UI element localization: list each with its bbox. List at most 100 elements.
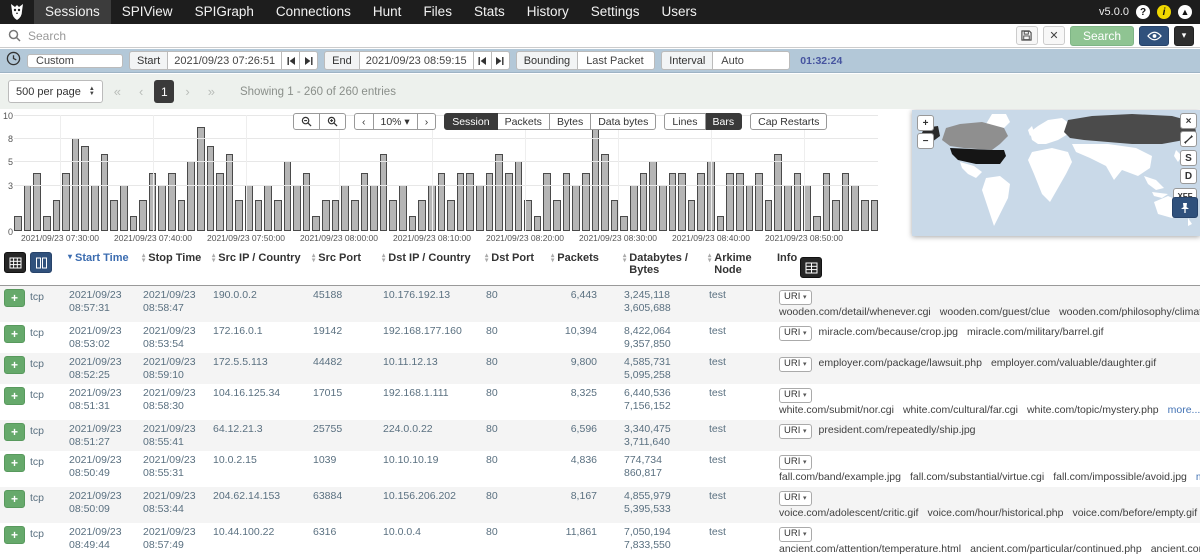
uri-value[interactable]: fall.com/substantial/virtue.cgi bbox=[910, 471, 1044, 483]
start-step-forward-button[interactable] bbox=[300, 51, 318, 70]
bounding-select[interactable]: Last Packet bbox=[577, 51, 655, 70]
nav-item-sessions[interactable]: Sessions bbox=[34, 0, 111, 24]
time-range-select[interactable]: Custom bbox=[27, 54, 123, 68]
expand-session-button[interactable]: + bbox=[4, 526, 25, 544]
search-icon[interactable] bbox=[0, 29, 28, 42]
search-button[interactable]: Search bbox=[1070, 26, 1134, 46]
nav-item-files[interactable]: Files bbox=[412, 0, 463, 24]
metric-packets-button[interactable]: Packets bbox=[498, 113, 550, 130]
uri-value[interactable]: white.com/topic/mystery.php bbox=[1027, 404, 1159, 416]
uri-value[interactable]: miracle.com/military/barrel.gif bbox=[967, 326, 1104, 338]
dst-port-cell[interactable]: 80 bbox=[483, 355, 549, 382]
map-close-icon[interactable]: × bbox=[1180, 113, 1197, 129]
map-zoom-in-button[interactable]: + bbox=[917, 115, 934, 131]
views-eye-button[interactable] bbox=[1139, 26, 1169, 46]
uri-value[interactable]: voice.com/before/empty.gif bbox=[1072, 507, 1197, 519]
uri-value[interactable]: wooden.com/detail/whenever.cgi bbox=[779, 306, 931, 318]
uri-value[interactable]: ancient.com/particular/continued.php bbox=[970, 543, 1142, 554]
node-cell[interactable]: test bbox=[706, 422, 775, 449]
node-cell[interactable]: test bbox=[706, 288, 775, 320]
nav-item-history[interactable]: History bbox=[516, 0, 580, 24]
start-time-input[interactable]: 2021/09/23 07:26:51 bbox=[167, 51, 282, 70]
expand-session-button[interactable]: + bbox=[4, 490, 25, 508]
map-zoom-out-button[interactable]: − bbox=[917, 133, 934, 149]
style-bars-button[interactable]: Bars bbox=[706, 113, 743, 130]
metric-session-button[interactable]: Session bbox=[444, 113, 497, 130]
pan-left-button[interactable]: ‹ bbox=[354, 113, 374, 130]
src-ip-cell[interactable]: 204.62.14.153 bbox=[210, 489, 310, 521]
search-input[interactable] bbox=[28, 29, 1016, 43]
column-config-button[interactable] bbox=[30, 252, 52, 273]
end-time-input[interactable]: 2021/09/23 08:59:15 bbox=[359, 51, 474, 70]
column-header-src-ip-country[interactable]: ▴▾Src IP / Country bbox=[210, 247, 310, 266]
world-map-panel[interactable]: + − × S D XFF bbox=[912, 110, 1200, 236]
expand-session-button[interactable]: + bbox=[4, 423, 25, 441]
dst-port-cell[interactable]: 80 bbox=[483, 453, 549, 485]
src-port-cell[interactable]: 1039 bbox=[310, 453, 380, 485]
dst-port-cell[interactable]: 80 bbox=[483, 324, 549, 351]
src-port-cell[interactable]: 25755 bbox=[310, 422, 380, 449]
dst-port-cell[interactable]: 80 bbox=[483, 386, 549, 418]
expand-session-button[interactable]: + bbox=[4, 356, 25, 374]
map-pin-button[interactable] bbox=[1172, 197, 1198, 218]
uri-dropdown-button[interactable]: URI ▾ bbox=[779, 290, 812, 305]
dst-ip-cell[interactable]: 10.10.10.19 bbox=[380, 453, 483, 485]
uri-dropdown-button[interactable]: URI ▾ bbox=[779, 357, 812, 372]
src-ip-cell[interactable]: 172.16.0.1 bbox=[210, 324, 310, 351]
src-port-cell[interactable]: 17015 bbox=[310, 386, 380, 418]
map-dst-toggle-button[interactable]: D bbox=[1180, 168, 1197, 184]
uri-value[interactable]: fall.com/band/example.jpg bbox=[779, 471, 901, 483]
last-page-button[interactable]: » bbox=[201, 84, 222, 99]
uri-dropdown-button[interactable]: URI ▾ bbox=[779, 326, 812, 341]
dst-ip-cell[interactable]: 10.156.206.202 bbox=[380, 489, 483, 521]
uri-value[interactable]: wooden.com/guest/clue bbox=[940, 306, 1050, 318]
metric-data-bytes-button[interactable]: Data bytes bbox=[591, 113, 656, 130]
metric-bytes-button[interactable]: Bytes bbox=[550, 113, 591, 130]
src-ip-cell[interactable]: 172.5.5.113 bbox=[210, 355, 310, 382]
arkime-logo-icon[interactable] bbox=[0, 0, 34, 24]
uri-value[interactable]: employer.com/package/lawsuit.php bbox=[819, 357, 982, 369]
timeline-plot[interactable]: 035810 bbox=[14, 115, 878, 231]
column-header-stop-time[interactable]: ▴▾Stop Time bbox=[140, 247, 210, 266]
column-header-src-port[interactable]: ▴▾Src Port bbox=[310, 247, 380, 266]
node-cell[interactable]: test bbox=[706, 386, 775, 418]
uri-value[interactable]: president.com/repeatedly/ship.jpg bbox=[819, 424, 976, 436]
expand-session-button[interactable]: + bbox=[4, 454, 25, 472]
page-size-select[interactable]: 500 per page ▲▼ bbox=[8, 80, 103, 103]
uri-value[interactable]: voice.com/adolescent/critic.gif bbox=[779, 507, 918, 519]
src-port-cell[interactable]: 63884 bbox=[310, 489, 380, 521]
src-ip-cell[interactable]: 64.12.21.3 bbox=[210, 422, 310, 449]
src-port-cell[interactable]: 6316 bbox=[310, 525, 380, 554]
expand-session-button[interactable]: + bbox=[4, 387, 25, 405]
prev-page-button[interactable]: ‹ bbox=[132, 84, 150, 99]
uri-dropdown-button[interactable]: URI ▾ bbox=[779, 388, 812, 403]
node-cell[interactable]: test bbox=[706, 453, 775, 485]
uri-value[interactable]: ancient.com/attention/temperature.html bbox=[779, 543, 961, 554]
clock-icon[interactable] bbox=[6, 51, 21, 71]
uri-value[interactable]: ancient.com/drag/customer.gif bbox=[1151, 543, 1200, 554]
first-page-button[interactable]: « bbox=[107, 84, 128, 99]
dst-port-cell[interactable]: 80 bbox=[483, 525, 549, 554]
clear-search-button[interactable]: ✕ bbox=[1043, 26, 1065, 45]
column-header-start-time[interactable]: ▾Start Time bbox=[66, 247, 140, 266]
src-port-cell[interactable]: 19142 bbox=[310, 324, 380, 351]
pan-right-button[interactable]: › bbox=[418, 113, 437, 130]
uri-dropdown-button[interactable]: URI ▾ bbox=[779, 527, 812, 542]
uri-value[interactable]: voice.com/hour/historical.php bbox=[927, 507, 1063, 519]
src-ip-cell[interactable]: 10.44.100.22 bbox=[210, 525, 310, 554]
uri-value[interactable]: fall.com/impossible/avoid.jpg bbox=[1053, 471, 1187, 483]
expand-session-button[interactable]: + bbox=[4, 289, 25, 307]
zoom-level-select[interactable]: 10% ▾ bbox=[374, 113, 418, 130]
src-port-cell[interactable]: 45188 bbox=[310, 288, 380, 320]
nav-item-stats[interactable]: Stats bbox=[463, 0, 516, 24]
uri-value[interactable]: white.com/cultural/far.cgi bbox=[903, 404, 1018, 416]
next-page-button[interactable]: › bbox=[178, 84, 196, 99]
src-ip-cell[interactable]: 190.0.0.2 bbox=[210, 288, 310, 320]
end-step-forward-button[interactable] bbox=[492, 51, 510, 70]
uri-value[interactable]: employer.com/valuable/daughter.gif bbox=[991, 357, 1156, 369]
expand-session-button[interactable]: + bbox=[4, 325, 25, 343]
search-actions-dropdown[interactable]: ▾ bbox=[1174, 26, 1194, 46]
node-cell[interactable]: test bbox=[706, 324, 775, 351]
zoom-out-icon[interactable] bbox=[293, 113, 320, 130]
column-header-dst-port[interactable]: ▴▾Dst Port bbox=[483, 247, 549, 266]
